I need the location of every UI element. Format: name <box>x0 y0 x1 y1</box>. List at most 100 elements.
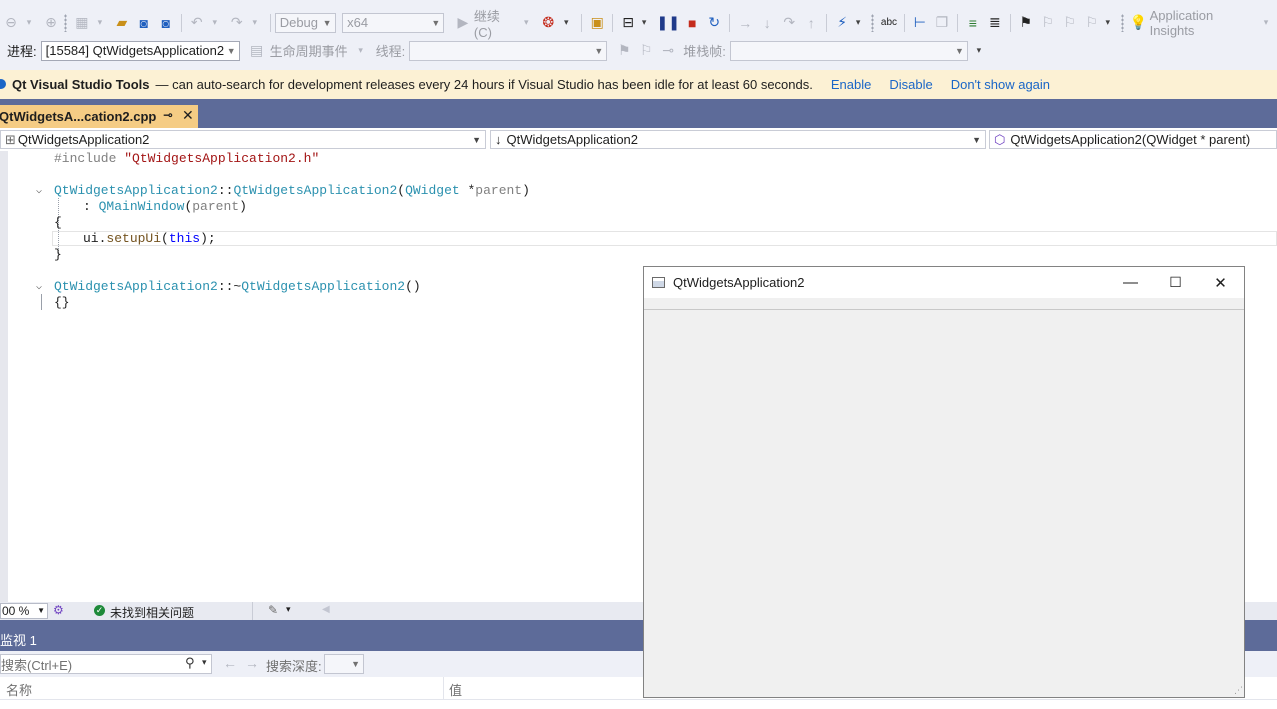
restart-icon[interactable]: ↻ <box>705 13 723 33</box>
brush-icon[interactable]: ✎ <box>268 603 278 617</box>
chevron-down-icon[interactable]: ▾ <box>1257 13 1275 33</box>
infobar-message: — can auto-search for development releas… <box>155 77 813 92</box>
minimize-button[interactable]: — <box>1108 267 1153 298</box>
save-icon[interactable]: ◙ <box>135 13 153 33</box>
token: this <box>168 231 201 246</box>
disable-link[interactable]: Disable <box>889 77 932 92</box>
qt-window-titlebar[interactable]: QtWidgetsApplication2 — ☐ ✕ <box>644 267 1244 298</box>
column-divider[interactable] <box>443 677 444 699</box>
tab-qtwidgetsapplication2-cpp[interactable]: QtWidgetsA...cation2.cpp ⊸ ✕ <box>0 105 198 128</box>
chevron-down-icon[interactable]: ▾ <box>91 13 109 33</box>
toolbar-separator <box>612 13 614 32</box>
dont-show-again-link[interactable]: Don't show again <box>951 77 1050 92</box>
intellicode-icon[interactable]: ⚙ <box>53 603 64 617</box>
step-into-icon[interactable]: ↓ <box>758 13 776 33</box>
comment-icon[interactable]: ≡ <box>964 13 982 33</box>
step-over-icon[interactable]: ↷ <box>780 13 798 33</box>
chevron-down-icon[interactable]: ▾ <box>517 13 535 33</box>
size-grip-icon[interactable]: ⋰ <box>1234 685 1243 696</box>
scroll-left-icon[interactable]: ◀ <box>322 604 330 615</box>
token: ui <box>83 231 99 246</box>
search-depth-select[interactable]: ▼ <box>324 654 364 674</box>
chevron-down-icon[interactable]: ▾ <box>557 13 575 33</box>
qt-menu-bar[interactable] <box>644 298 1244 310</box>
process-value: [15584] QtWidgetsApplication2 <box>45 43 225 58</box>
close-icon[interactable]: ✕ <box>182 107 194 124</box>
column-value[interactable]: 值 <box>449 680 462 699</box>
token: parent <box>192 199 240 214</box>
flag-icon[interactable]: ⚑ <box>615 41 633 61</box>
play-icon[interactable]: ▶ <box>454 13 472 33</box>
chevron-down-icon[interactable]: ▾ <box>202 657 207 668</box>
chevron-down-icon[interactable]: ▾ <box>246 13 264 33</box>
forward-icon[interactable]: ⊕ <box>42 13 60 33</box>
pause-icon[interactable]: ❚❚ <box>656 13 679 33</box>
uncomment-icon[interactable]: ≣ <box>986 13 1004 33</box>
step-out-icon[interactable]: ↑ <box>802 13 820 33</box>
watch-search-input[interactable]: 搜索(Ctrl+E) ⚲ ▾ <box>0 654 212 674</box>
chevron-down-icon[interactable]: ▾ <box>206 13 224 33</box>
maximize-button[interactable]: ☐ <box>1153 267 1198 298</box>
member-value: QtWidgetsApplication2(QWidget * parent) <box>1010 132 1251 147</box>
configuration-select[interactable]: Debug ▼ <box>274 12 336 33</box>
chevron-down-icon[interactable]: ▾ <box>849 13 867 33</box>
qt-application-window[interactable]: QtWidgetsApplication2 — ☐ ✕ ⋰ <box>643 266 1245 698</box>
hot-reload-icon[interactable]: ❂ <box>539 13 557 33</box>
member-select[interactable]: ⬡ QtWidgetsApplication2(QWidget * parent… <box>989 130 1277 149</box>
zoom-select[interactable]: 00 % ▼ <box>0 603 48 619</box>
show-next-statement-icon[interactable]: → <box>736 13 754 33</box>
format-icon[interactable]: ⊢ <box>911 13 929 33</box>
scope-select[interactable]: ↓ QtWidgetsApplication2 ▼ <box>490 130 986 149</box>
lightbulb-icon: 💡 <box>1129 14 1148 30</box>
project-select[interactable]: ⊞ QtWidgetsApplication2 ▼ <box>0 130 486 149</box>
undo-icon[interactable]: ↶ <box>188 13 206 33</box>
collapse-icon[interactable]: ⌵ <box>36 185 42 197</box>
infobar-title: Qt Visual Studio Tools <box>12 77 150 92</box>
editor-margin <box>0 151 8 602</box>
search-icon[interactable]: ⚲ <box>185 655 195 671</box>
search-back-icon[interactable]: ← <box>223 655 237 671</box>
app-insights-button[interactable]: Application Insights <box>1150 8 1255 38</box>
open-file-icon[interactable]: ▰ <box>113 13 131 33</box>
token: () <box>405 279 421 294</box>
copy-icon[interactable]: ❐ <box>933 13 951 33</box>
new-project-icon[interactable]: ▦ <box>73 13 91 33</box>
chevron-down-icon[interactable]: ▾ <box>352 41 370 61</box>
continue-button[interactable]: 继续(C) <box>474 6 515 40</box>
column-name[interactable]: 名称 <box>6 680 32 699</box>
redo-icon[interactable]: ↷ <box>228 13 246 33</box>
bookmark-prev-icon[interactable]: ⚐ <box>1039 13 1057 33</box>
save-all-icon[interactable]: ◙ <box>157 13 175 33</box>
pin-icon[interactable]: ⊸ <box>163 108 173 122</box>
flag-threads-icon[interactable]: ⚐ <box>637 41 655 61</box>
search-forward-icon[interactable]: → <box>245 655 259 671</box>
stop-icon[interactable]: ■ <box>683 13 701 33</box>
chevron-down-icon[interactable]: ▾ <box>286 604 291 615</box>
attach-icon[interactable]: ▣ <box>588 13 606 33</box>
chevron-down-icon[interactable]: ▾ <box>970 41 988 61</box>
token: : <box>83 199 99 214</box>
bookmark-icon[interactable]: ⚑ <box>1017 13 1035 33</box>
thread-select[interactable]: ▼ <box>409 40 608 61</box>
chevron-down-icon[interactable]: ▾ <box>20 13 38 33</box>
stackframe-label: 堆栈帧: <box>683 44 726 59</box>
chevron-down-icon[interactable]: ▾ <box>1099 13 1117 33</box>
spell-check-icon[interactable]: abc <box>880 13 898 33</box>
filter-icon[interactable]: ⊸ <box>659 41 677 61</box>
chevron-down-icon[interactable]: ▾ <box>635 13 653 33</box>
toolbar-separator <box>956 13 958 32</box>
chevron-down-icon: ▼ <box>226 45 236 56</box>
enable-link[interactable]: Enable <box>831 77 871 92</box>
issues-status[interactable]: 未找到相关问题 <box>110 604 194 621</box>
token: QtWidgetsApplication2 <box>54 183 218 198</box>
collapse-icon[interactable]: ⌵ <box>36 281 42 293</box>
lifecycle-events-button[interactable]: 生命周期事件 <box>270 41 348 60</box>
method-cube-icon: ⬡ <box>994 131 1006 147</box>
process-select[interactable]: [15584] QtWidgetsApplication2 ▼ <box>40 40 240 61</box>
stackframe-select[interactable]: ▼ <box>729 40 968 61</box>
chevron-down-icon: ▼ <box>322 17 332 28</box>
back-icon[interactable]: ⊖ <box>2 13 20 33</box>
close-window-button[interactable]: ✕ <box>1198 267 1243 298</box>
bookmark-next-icon[interactable]: ⚐ <box>1061 13 1079 33</box>
platform-select[interactable]: x64 ▼ <box>342 12 445 33</box>
